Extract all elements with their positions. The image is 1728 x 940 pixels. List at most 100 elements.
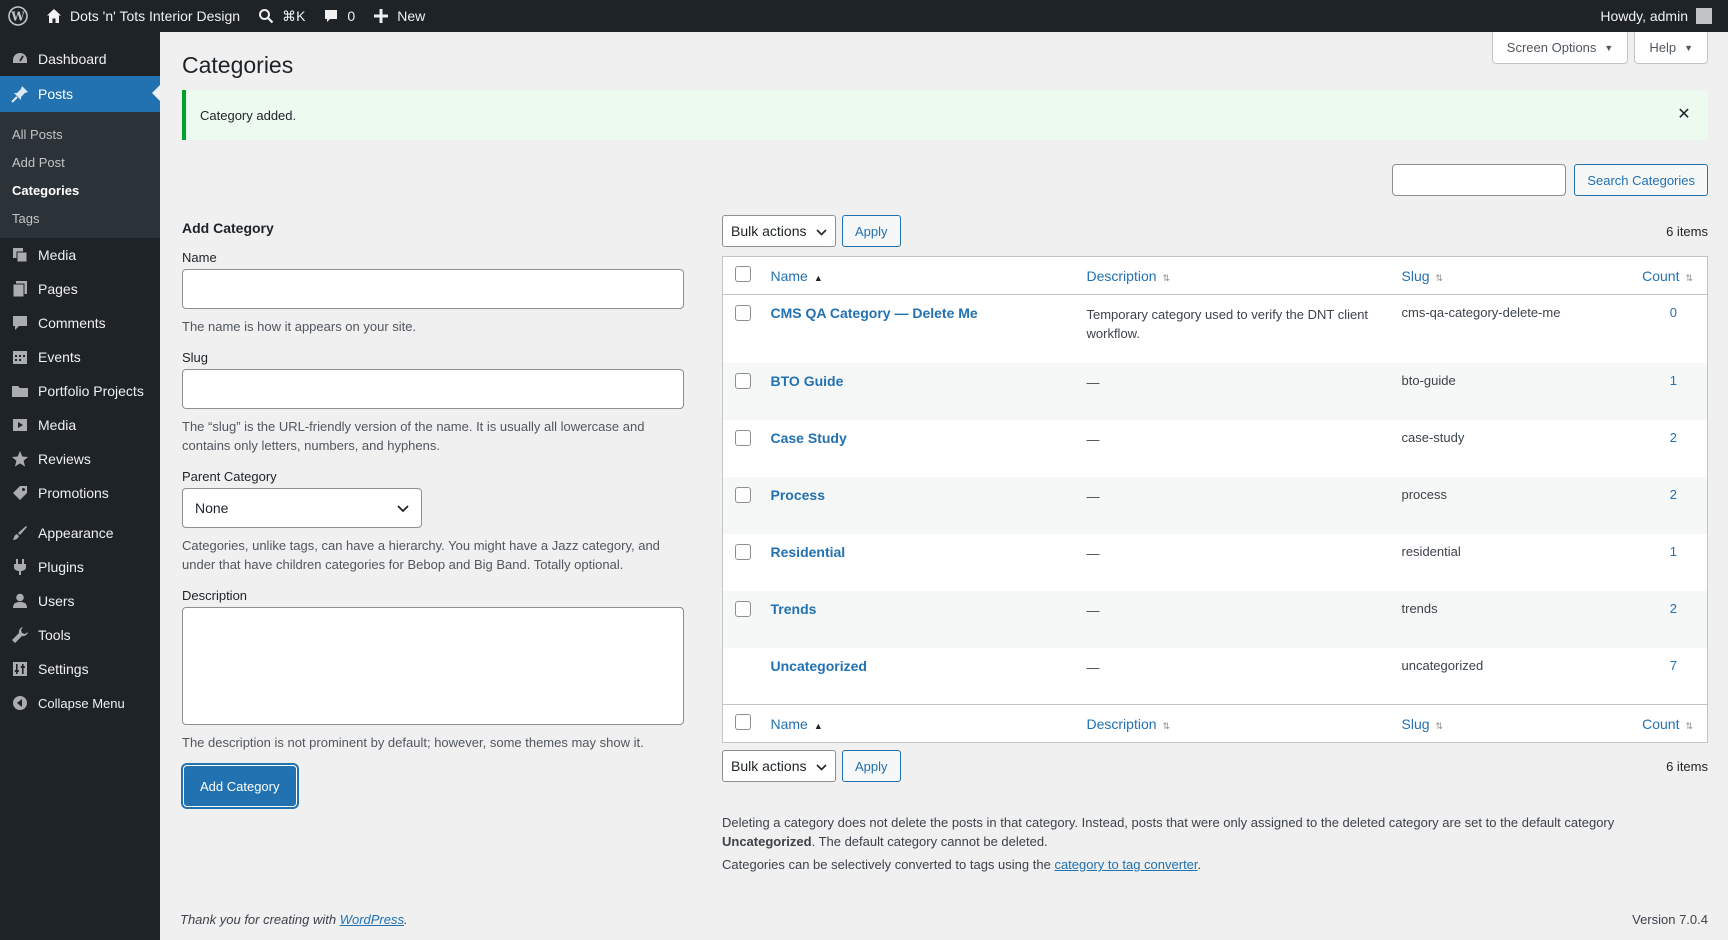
menu-users[interactable]: Users — [0, 584, 160, 618]
category-to-tag-converter-link[interactable]: category to tag converter — [1054, 857, 1197, 872]
help-button[interactable]: Help ▼ — [1634, 32, 1708, 64]
media-icon — [10, 245, 30, 265]
screen-options-button[interactable]: Screen Options ▼ — [1491, 32, 1629, 64]
menu-label: Events — [38, 349, 81, 365]
category-count-link[interactable]: 2 — [1613, 476, 1708, 534]
admin-menu: Dashboard Posts All Posts Add Post Categ… — [0, 32, 160, 940]
menu-plugins[interactable]: Plugins — [0, 550, 160, 584]
plugin-icon — [10, 557, 30, 577]
menu-settings[interactable]: Settings — [0, 652, 160, 686]
dismiss-notice-icon[interactable]: ✕ — [1674, 104, 1694, 124]
caret-down-icon: ▼ — [1684, 42, 1693, 53]
table-row: Trends — trends 2 — [722, 590, 1708, 648]
menu-posts[interactable]: Posts — [0, 76, 160, 112]
category-name-link[interactable]: Case Study — [771, 430, 847, 446]
category-count-link[interactable]: 2 — [1613, 590, 1708, 648]
description-textarea[interactable] — [182, 607, 684, 725]
category-slug: residential — [1401, 543, 1461, 559]
menu-label: Media — [38, 247, 77, 263]
row-checkbox[interactable] — [735, 305, 751, 321]
menu-comments[interactable]: Comments — [0, 306, 160, 340]
submenu-all-posts[interactable]: All Posts — [0, 120, 160, 148]
category-name-link[interactable]: Uncategorized — [771, 658, 867, 674]
row-checkbox[interactable] — [735, 486, 751, 503]
column-description[interactable]: Description ⇅ — [1078, 704, 1394, 743]
category-name-link[interactable]: Residential — [771, 544, 846, 560]
category-name-link[interactable]: BTO Guide — [771, 373, 844, 389]
add-category-form: Add Category Name The name is how it app… — [182, 220, 684, 806]
column-slug[interactable]: Slug ⇅ — [1393, 704, 1614, 743]
admin-bar: W Dots 'n' Tots Interior Design ⌘K 0 New — [0, 0, 1728, 32]
new-content-button[interactable]: New — [363, 0, 433, 32]
select-all-cell — [722, 256, 763, 295]
menu-pages[interactable]: Pages — [0, 272, 160, 306]
submenu-add-post[interactable]: Add Post — [0, 148, 160, 176]
home-icon — [44, 6, 64, 26]
site-name-link[interactable]: Dots 'n' Tots Interior Design — [36, 0, 248, 32]
column-description[interactable]: Description ⇅ — [1078, 256, 1394, 295]
row-checkbox[interactable] — [735, 543, 751, 560]
column-name[interactable]: Name ▲ — [762, 704, 1079, 743]
delete-note: Deleting a category does not delete the … — [722, 813, 1708, 851]
row-checkbox[interactable] — [735, 429, 751, 446]
bulk-actions-label: Bulk actions — [731, 758, 807, 774]
menu-promotions[interactable]: Promotions — [0, 476, 160, 510]
menu-dashboard[interactable]: Dashboard — [0, 42, 160, 76]
menu-media[interactable]: Media — [0, 238, 160, 272]
menu-collapse[interactable]: Collapse Menu — [0, 686, 160, 720]
command-palette-button[interactable]: ⌘K — [248, 0, 313, 32]
row-checkbox[interactable] — [735, 372, 751, 389]
wordpress-link[interactable]: WordPress — [340, 912, 404, 927]
wordpress-logo-icon[interactable]: W — [0, 0, 36, 32]
apply-button[interactable]: Apply — [842, 215, 901, 247]
category-count-link[interactable]: 1 — [1613, 362, 1708, 420]
bulk-actions-select[interactable]: Bulk actions — [722, 750, 836, 782]
column-name[interactable]: Name ▲ — [762, 256, 1079, 295]
category-name-link[interactable]: Trends — [771, 601, 817, 617]
column-count[interactable]: Count ⇅ — [1613, 704, 1708, 743]
description-help: The description is not prominent by defa… — [182, 735, 644, 750]
settings-icon — [10, 659, 30, 679]
bulk-actions-select[interactable]: Bulk actions — [722, 215, 836, 247]
thanks-period: . — [404, 912, 408, 927]
menu-appearance[interactable]: Appearance — [0, 516, 160, 550]
category-count-link[interactable]: 0 — [1614, 295, 1708, 363]
parent-category-select[interactable]: None — [182, 488, 422, 528]
select-all-checkbox[interactable] — [735, 266, 751, 282]
search-categories-button[interactable]: Search Categories — [1574, 164, 1708, 196]
category-slug: process — [1393, 476, 1614, 534]
note-text: . The default category cannot be deleted… — [811, 834, 1048, 849]
screen-options-label: Screen Options — [1506, 40, 1597, 55]
menu-media-video[interactable]: Media — [0, 408, 160, 442]
description-label: Description — [182, 588, 248, 603]
column-count[interactable]: Count ⇅ — [1613, 256, 1708, 295]
apply-button[interactable]: Apply — [842, 750, 901, 782]
menu-label: Users — [38, 593, 75, 609]
form-heading: Add Category — [182, 220, 274, 236]
menu-portfolio-projects[interactable]: Portfolio Projects — [0, 374, 160, 408]
category-count-link[interactable]: 2 — [1614, 420, 1708, 477]
my-account-link[interactable]: Howdy, admin — [1592, 0, 1720, 32]
wrench-icon — [10, 625, 30, 645]
menu-events[interactable]: Events — [0, 340, 160, 374]
category-name-link[interactable]: CMS QA Category — Delete Me — [771, 305, 978, 321]
search-input[interactable] — [1392, 164, 1567, 196]
submenu-categories[interactable]: Categories — [0, 176, 160, 204]
menu-tools[interactable]: Tools — [0, 618, 160, 652]
column-slug[interactable]: Slug ⇅ — [1393, 256, 1614, 295]
slug-input[interactable] — [182, 369, 684, 409]
name-input[interactable] — [182, 269, 684, 309]
category-count-link[interactable]: 1 — [1614, 534, 1708, 591]
menu-label: Promotions — [38, 485, 109, 501]
menu-reviews[interactable]: Reviews — [0, 442, 160, 476]
submenu-tags[interactable]: Tags — [0, 204, 160, 232]
select-all-checkbox[interactable] — [735, 714, 751, 730]
row-checkbox[interactable] — [735, 600, 751, 617]
category-count-link[interactable]: 7 — [1614, 648, 1708, 705]
add-category-button[interactable]: Add Category — [184, 766, 296, 806]
comments-link[interactable]: 0 — [313, 0, 363, 32]
version-text: Version 7.0.4 — [1632, 912, 1708, 927]
category-slug: trends — [1393, 590, 1614, 648]
category-name-link[interactable]: Process — [771, 487, 825, 503]
column-count-label: Count — [1642, 267, 1680, 284]
